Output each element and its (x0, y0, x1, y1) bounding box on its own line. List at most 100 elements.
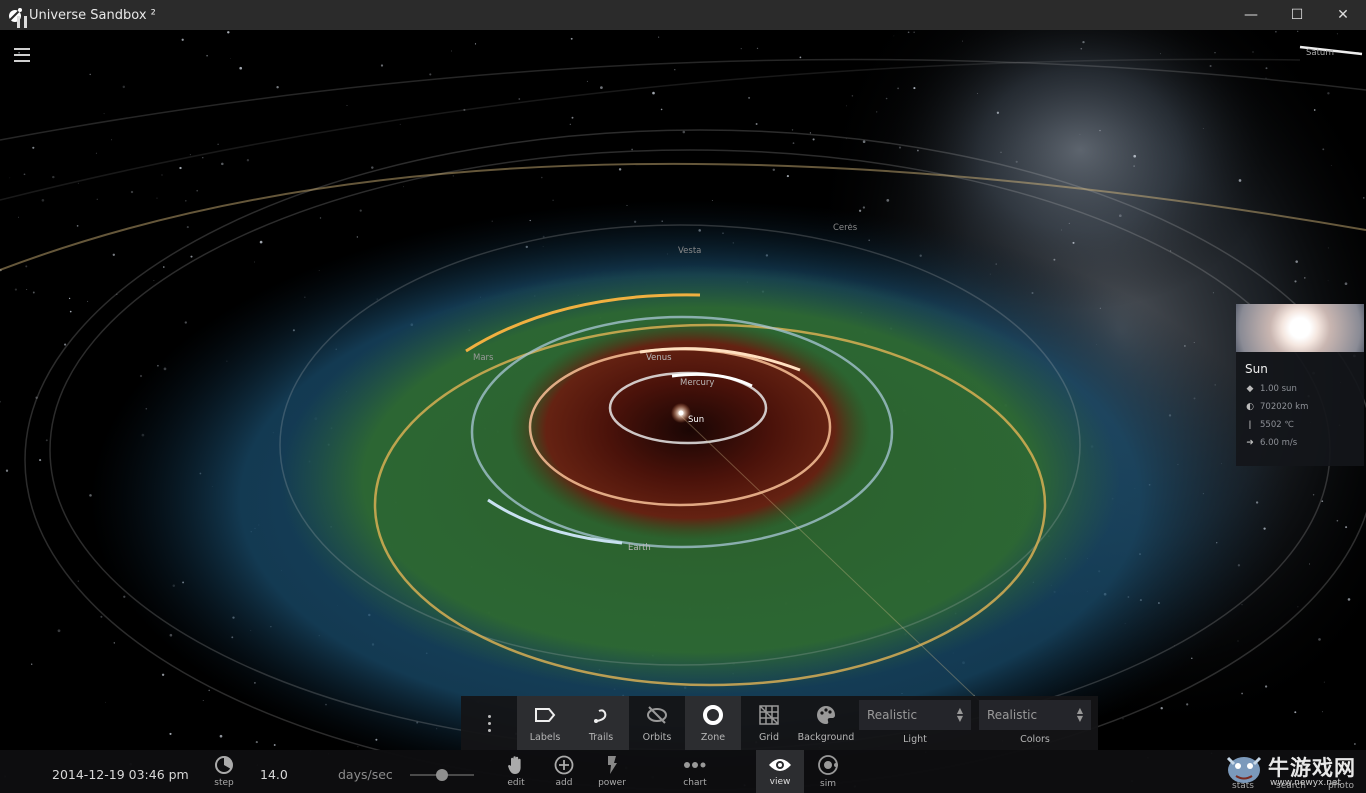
star (64, 343, 67, 346)
star (748, 96, 751, 99)
colors-value: Realistic (987, 708, 1038, 722)
star (541, 176, 543, 179)
toggle-labels-button[interactable]: Labels (517, 696, 573, 750)
star (111, 139, 113, 141)
colors-select[interactable]: Realistic ▲ ▼ Colors (975, 696, 1095, 750)
radius-icon: ◐ (1246, 402, 1254, 412)
star (1133, 154, 1137, 158)
star (1304, 277, 1306, 279)
star (876, 111, 878, 113)
star (1238, 179, 1242, 182)
more-options-button[interactable] (461, 696, 517, 750)
toggle-grid-button[interactable]: Grid (741, 696, 797, 750)
close-button[interactable]: ✕ (1320, 0, 1366, 30)
star (161, 174, 163, 176)
view-button[interactable]: view (765, 750, 795, 793)
star (772, 168, 776, 172)
power-button[interactable]: power (597, 750, 627, 793)
star (1202, 128, 1204, 130)
star (190, 255, 193, 258)
star (359, 209, 362, 212)
star (227, 31, 230, 34)
sim-button[interactable]: sim (814, 750, 842, 793)
star (1133, 165, 1135, 167)
label-sun[interactable]: Sun (688, 415, 704, 425)
slider-thumb[interactable] (436, 769, 448, 781)
star (1061, 229, 1063, 231)
label-saturn[interactable]: Saturn (1306, 48, 1334, 58)
power-bolt-icon (608, 756, 617, 774)
radius-row: ◐ 702020 km (1245, 402, 1364, 412)
star (206, 54, 208, 57)
speed-unit[interactable]: days/sec (338, 767, 393, 782)
star (239, 66, 243, 70)
star (809, 132, 811, 134)
toggle-trails-button[interactable]: Trails (573, 696, 629, 750)
chart-dots-icon (684, 762, 706, 768)
star (1072, 241, 1075, 244)
star (1297, 30, 1299, 33)
star (96, 198, 98, 200)
toggle-orbits-button[interactable]: Orbits (629, 696, 685, 750)
step-clock-icon (215, 756, 233, 774)
star (996, 111, 1000, 114)
star (246, 159, 250, 162)
edit-button[interactable]: edit (502, 750, 530, 793)
pause-button[interactable] (12, 0, 32, 43)
view-toolbar: Labels Trails Orbits Zone Grid Backgroun… (461, 696, 1098, 750)
star (652, 91, 655, 95)
star (45, 439, 48, 442)
star (1363, 197, 1365, 199)
star (41, 199, 45, 202)
speed-slider[interactable] (410, 769, 474, 781)
star (1160, 53, 1162, 55)
chart-button[interactable]: chart (680, 750, 710, 793)
star (1082, 40, 1085, 44)
star (1209, 64, 1212, 68)
star (618, 168, 622, 171)
add-button[interactable]: add (550, 750, 578, 793)
star (76, 225, 79, 227)
simulation-viewport[interactable]: Sun Mercury Venus Earth Mars Vesta Ceres… (0, 30, 1366, 793)
star (791, 129, 794, 131)
star (184, 321, 187, 324)
label-venus[interactable]: Venus (646, 353, 672, 363)
star (9, 177, 11, 179)
star (189, 154, 191, 156)
star (429, 73, 432, 76)
toggle-background-button[interactable]: Background (797, 696, 855, 750)
star (792, 142, 795, 144)
label-ceres[interactable]: Ceres (833, 223, 858, 233)
menu-hamburger-button[interactable] (14, 48, 30, 62)
speed-value[interactable]: 14.0 (260, 767, 288, 782)
maximize-button[interactable]: ☐ (1274, 0, 1320, 30)
star (1000, 151, 1002, 153)
star (1275, 31, 1277, 33)
star (95, 152, 97, 154)
star (399, 123, 401, 125)
minimize-button[interactable]: — (1228, 0, 1274, 30)
label-mercury[interactable]: Mercury (680, 378, 714, 388)
toggle-zone-button[interactable]: Zone (685, 696, 741, 750)
star (851, 95, 854, 97)
star (1294, 280, 1297, 283)
star (571, 116, 574, 119)
star (346, 105, 348, 106)
pause-icon (17, 15, 27, 28)
star (254, 261, 255, 263)
star (862, 206, 866, 209)
velocity-row: ➜ 6.00 m/s (1245, 438, 1364, 448)
star (77, 580, 79, 582)
star (1336, 33, 1338, 35)
label-vesta[interactable]: Vesta (678, 246, 701, 256)
label-earth[interactable]: Earth (628, 543, 651, 553)
light-select[interactable]: Realistic ▲ ▼ Light (855, 696, 975, 750)
mass-icon: ◆ (1246, 384, 1254, 394)
star (569, 123, 571, 125)
step-button[interactable]: step (209, 750, 239, 793)
star (600, 86, 603, 89)
star (907, 31, 910, 34)
object-info-panel[interactable]: Sun ◆ 1.00 sun ◐ 702020 km ǀ 5502 ℃ ➜ 6.… (1236, 304, 1364, 466)
label-mars[interactable]: Mars (473, 353, 494, 363)
star (105, 701, 106, 703)
